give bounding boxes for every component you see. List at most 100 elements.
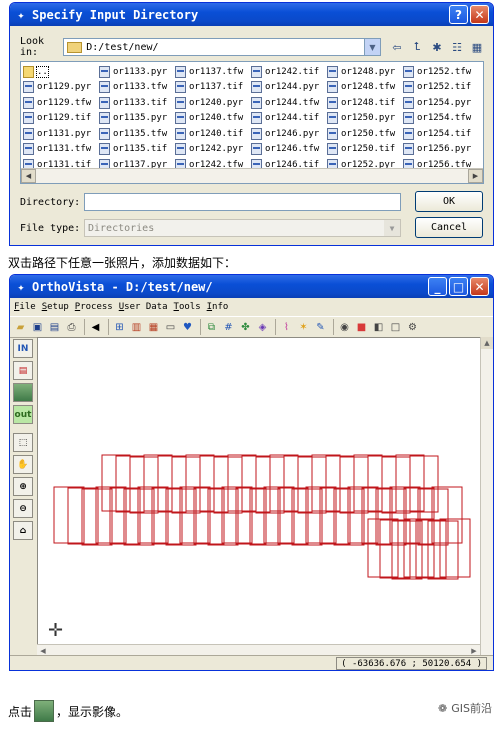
image-footprint[interactable] — [95, 486, 127, 544]
menu-file[interactable]: File — [14, 302, 36, 312]
seamline-icon[interactable]: ⌇ — [279, 320, 294, 335]
save-icon[interactable]: ▣ — [30, 320, 45, 335]
file-item[interactable]: .. — [23, 64, 99, 80]
layers-icon[interactable]: ◧ — [371, 320, 386, 335]
image-footprint[interactable] — [67, 487, 99, 545]
cancel-button[interactable]: Cancel — [415, 217, 483, 238]
help-button[interactable]: ? — [449, 5, 468, 24]
save-as-icon[interactable]: ▤ — [47, 320, 62, 335]
input-icon[interactable]: IN — [13, 339, 33, 358]
file-type-select[interactable]: Directories ▼ — [84, 219, 401, 237]
file-item[interactable]: or1252.tif — [403, 80, 479, 96]
file-item[interactable]: or1137.tfw — [175, 64, 251, 80]
image-footprint[interactable] — [347, 486, 379, 544]
file-item[interactable]: or1137.tif — [175, 80, 251, 96]
file-item[interactable]: or1248.tfw — [327, 80, 403, 96]
close-button[interactable]: ✕ — [470, 5, 489, 24]
heart-icon[interactable]: ♥ — [180, 320, 195, 335]
file-item[interactable]: or1244.pyr — [251, 80, 327, 96]
image-footprint[interactable] — [249, 488, 281, 546]
image-footprint[interactable] — [193, 487, 225, 545]
ok-button[interactable]: OK — [415, 191, 483, 212]
menu-setup[interactable]: Setup — [42, 302, 69, 312]
details-view-icon[interactable]: ▦ — [469, 39, 485, 55]
directory-input[interactable] — [84, 193, 401, 211]
image-footprint[interactable] — [53, 486, 85, 544]
image-footprint[interactable] — [123, 488, 155, 546]
scroll-up-icon[interactable]: ▲ — [481, 337, 493, 349]
pan-hand-icon[interactable]: ✋ — [13, 455, 33, 474]
file-list-scrollbar[interactable]: ◀ ▶ — [21, 168, 483, 183]
map-canvas[interactable]: ✛ — [37, 337, 481, 657]
file-item[interactable]: or1133.tfw — [99, 80, 175, 96]
image-footprint[interactable] — [403, 518, 435, 578]
color-balance-icon[interactable]: ◈ — [255, 320, 270, 335]
file-item[interactable]: or1240.tif — [175, 126, 251, 142]
map-vertical-scrollbar[interactable]: ▲ — [480, 337, 493, 657]
image-footprint[interactable] — [361, 487, 393, 545]
image-footprint[interactable] — [165, 488, 197, 546]
file-item[interactable]: or1254.tif — [403, 126, 479, 142]
image-footprint[interactable] — [263, 486, 295, 544]
file-item[interactable]: or1129.tfw — [23, 95, 99, 111]
full-extent-icon[interactable]: ⌂ — [13, 521, 33, 540]
palette-icon[interactable]: ■ — [354, 320, 369, 335]
image-footprint[interactable] — [221, 486, 253, 544]
orthovista-title-bar[interactable]: ✦ OrthoVista - D:/test/new/ _ □ ✕ — [10, 275, 493, 298]
frame-icon[interactable]: ⧉ — [204, 320, 219, 335]
window-icon[interactable]: ▭ — [163, 320, 178, 335]
eye-icon[interactable]: ◉ — [337, 320, 352, 335]
menu-info[interactable]: Info — [207, 302, 229, 312]
image-footprint[interactable] — [319, 487, 351, 545]
file-item[interactable]: or1254.pyr — [403, 95, 479, 111]
image-footprint[interactable] — [207, 488, 239, 546]
image-footprint[interactable] — [109, 487, 141, 545]
file-item[interactable]: or1240.pyr — [175, 95, 251, 111]
file-item[interactable]: or1129.tif — [23, 111, 99, 127]
network-icon[interactable]: ✤ — [238, 320, 253, 335]
file-item[interactable]: or1135.tif — [99, 142, 175, 158]
image-footprint[interactable] — [305, 486, 337, 544]
file-item[interactable]: or1131.pyr — [23, 126, 99, 142]
image-footprint[interactable] — [81, 488, 113, 546]
file-item[interactable]: or1256.pyr — [403, 142, 479, 158]
image-footprint[interactable] — [235, 487, 267, 545]
file-item[interactable]: or1244.tif — [251, 111, 327, 127]
maximize-button[interactable]: □ — [449, 277, 468, 296]
file-item[interactable]: or1248.tif — [327, 95, 403, 111]
chevron-down-icon[interactable]: ▼ — [364, 39, 380, 55]
zoom-out-icon[interactable]: ⊖ — [13, 499, 33, 518]
image-footprint[interactable] — [439, 518, 471, 578]
star-icon[interactable]: ✶ — [296, 320, 311, 335]
file-item[interactable]: or1129.pyr — [23, 80, 99, 96]
dialog-title-bar[interactable]: ✦ Specify Input Directory ? ✕ — [10, 3, 493, 26]
file-item[interactable]: or1242.pyr — [175, 142, 251, 158]
select-icon[interactable]: ⬚ — [13, 433, 33, 452]
image-footprint[interactable] — [277, 487, 309, 545]
file-item[interactable]: or1135.tfw — [99, 126, 175, 142]
file-item[interactable]: or1246.pyr — [251, 126, 327, 142]
scroll-right-icon[interactable]: ▶ — [468, 169, 483, 183]
file-item[interactable]: or1133.tif — [99, 95, 175, 111]
back-arrow-icon[interactable]: ◀ — [88, 320, 103, 335]
file-item[interactable]: or1131.tfw — [23, 142, 99, 158]
file-item[interactable]: or1252.tfw — [403, 64, 479, 80]
list-view-icon[interactable]: ☷ — [449, 39, 465, 55]
file-item[interactable]: or1244.tfw — [251, 95, 327, 111]
look-in-combobox[interactable]: D:/test/new/ ▼ — [63, 38, 381, 56]
file-item[interactable]: or1246.tfw — [251, 142, 327, 158]
back-arrow-icon[interactable]: ⇦ — [389, 39, 405, 55]
close-button[interactable]: ✕ — [470, 277, 489, 296]
file-item[interactable]: or1133.pyr — [99, 64, 175, 80]
settings-icon[interactable]: ⚙ — [405, 320, 420, 335]
file-list[interactable]: .. or1129.pyr or1129.tfw or1129.tif or1131.p… — [20, 61, 484, 184]
open-folder-icon[interactable]: ▰ — [13, 320, 28, 335]
image-footprint[interactable] — [403, 487, 435, 545]
file-item[interactable]: or1254.tfw — [403, 111, 479, 127]
file-item[interactable]: or1242.tif — [251, 64, 327, 80]
process-icon[interactable]: ▤ — [13, 361, 33, 380]
image-footprint[interactable] — [179, 486, 211, 544]
menu-process[interactable]: Process — [75, 302, 113, 312]
blank-page-icon[interactable]: □ — [388, 320, 403, 335]
scroll-left-icon[interactable]: ◀ — [21, 169, 36, 183]
